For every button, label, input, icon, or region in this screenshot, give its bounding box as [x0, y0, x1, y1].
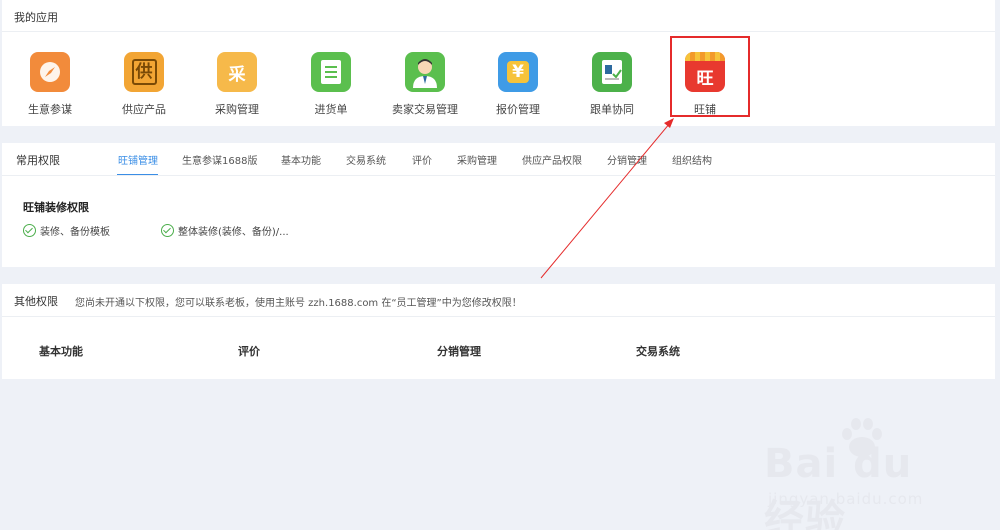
my-apps-title: 我的应用	[14, 11, 58, 24]
tab-supply-product-permissions[interactable]: 供应产品权限	[522, 152, 582, 167]
app-quote-management[interactable]: ¥ 报价管理	[478, 52, 558, 117]
document-icon	[311, 52, 351, 92]
check-circle-icon	[161, 224, 174, 237]
app-label: 供应产品	[122, 103, 166, 116]
baidu-watermark: Bai du 经验 jingyan.baidu.com	[760, 415, 960, 530]
tab-organization-structure[interactable]: 组织结构	[672, 152, 712, 167]
supply-icon: 供	[124, 52, 164, 92]
app-seller-trade-management[interactable]: 卖家交易管理	[385, 52, 465, 117]
app-business-advisor[interactable]: 生意参谋	[10, 52, 90, 117]
user-icon	[405, 52, 445, 92]
tab-basic-functions[interactable]: 基本功能	[281, 152, 321, 167]
app-purchase-order[interactable]: 进货单	[291, 52, 371, 117]
app-label: 进货单	[314, 103, 348, 116]
watermark-domain: jingyan.baidu.com	[768, 490, 924, 508]
tab-purchase-management[interactable]: 采购管理	[457, 152, 497, 167]
other-permission-distribution: 分销管理	[437, 345, 481, 358]
my-apps-panel: 我的应用 生意参谋 供 供应产品 采 采购管理 进货单 卖家交易管理 ¥ 报价管…	[2, 0, 995, 126]
quote-icon: ¥	[498, 52, 538, 92]
tab-wangpu-management[interactable]: 旺铺管理	[118, 152, 158, 167]
tab-trade-system[interactable]: 交易系统	[346, 152, 386, 167]
section-title: 旺铺装修权限	[23, 201, 89, 214]
app-label: 采购管理	[215, 103, 259, 116]
other-permissions-title: 其他权限	[14, 295, 58, 308]
watermark-logo: Bai du 经验	[764, 441, 913, 530]
tab-business-advisor-1688[interactable]: 生意参谋1688版	[182, 152, 257, 167]
highlight-box	[670, 36, 750, 117]
app-label: 跟单协同	[590, 103, 634, 116]
permission-item: 整体装修(装修、备份)/...	[161, 223, 289, 238]
permission-label: 整体装修(装修、备份)/...	[178, 227, 289, 238]
divider	[2, 175, 995, 176]
app-label: 卖家交易管理	[392, 103, 458, 116]
tab-distribution-management[interactable]: 分销管理	[607, 152, 647, 167]
permission-label: 装修、备份模板	[40, 227, 110, 238]
app-order-collaboration[interactable]: 跟单协同	[572, 52, 652, 117]
other-permission-trade-system: 交易系统	[636, 345, 680, 358]
check-circle-icon	[23, 224, 36, 237]
tab-reviews[interactable]: 评价	[412, 152, 432, 167]
common-permissions-panel: 常用权限 旺铺管理 生意参谋1688版 基本功能 交易系统 评价 采购管理 供应…	[2, 143, 995, 267]
permission-item: 装修、备份模板	[23, 223, 110, 238]
app-purchase-management[interactable]: 采 采购管理	[197, 52, 277, 117]
app-label: 报价管理	[496, 103, 540, 116]
app-supply-products[interactable]: 供 供应产品	[104, 52, 184, 117]
app-label: 生意参谋	[28, 103, 72, 116]
other-permissions-panel: 其他权限 您尚未开通以下权限，您可以联系老板，使用主账号 zzh.1688.co…	[2, 284, 995, 379]
other-permission-reviews: 评价	[238, 345, 260, 358]
divider	[2, 316, 995, 317]
other-permission-basic-functions: 基本功能	[39, 345, 83, 358]
divider	[2, 31, 995, 32]
common-permissions-label: 常用权限	[16, 154, 60, 167]
purchase-icon: 采	[217, 52, 257, 92]
clipboard-icon	[592, 52, 632, 92]
other-permissions-note: 您尚未开通以下权限，您可以联系老板，使用主账号 zzh.1688.com 在“员…	[75, 298, 522, 309]
compass-icon	[30, 52, 70, 92]
